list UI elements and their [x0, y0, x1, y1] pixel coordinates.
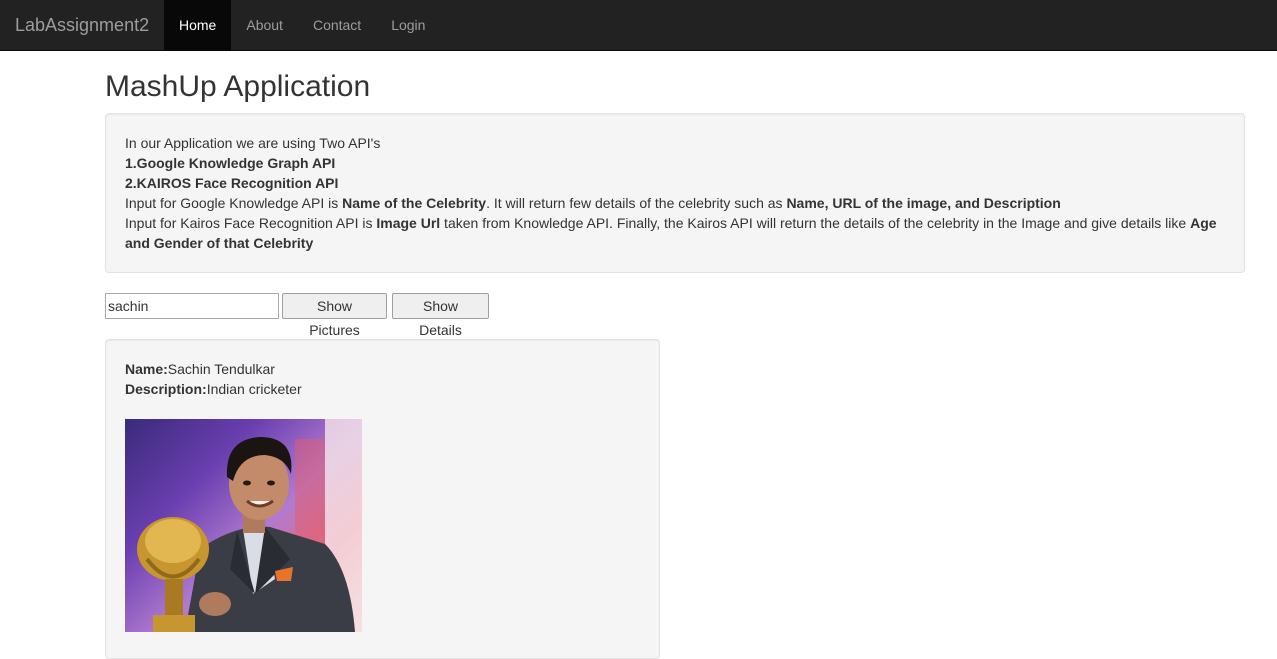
page-title: MashUp Application	[105, 70, 371, 103]
google-input-text-b: Name of the Celebrity	[342, 195, 487, 211]
google-input-text-d: Name, URL of the image, and Description	[786, 195, 1061, 211]
info-api-2: 2.KAIROS Face Recognition API	[125, 173, 1225, 193]
show-details-button[interactable]: Show Details	[392, 293, 489, 338]
nav-item-login[interactable]: Login	[376, 0, 440, 50]
result-panel: Name:Sachin Tendulkar Description:Indian…	[105, 339, 660, 659]
result-description-label: Description:	[125, 381, 207, 397]
info-kairos-input: Input for Kairos Face Recognition API is…	[125, 213, 1225, 253]
result-name-value: Sachin Tendulkar	[167, 361, 275, 377]
info-api-1: 1.Google Knowledge Graph API	[125, 153, 1225, 173]
info-google-input: Input for Google Knowledge API is Name o…	[125, 193, 1225, 213]
navbar-nav: Home About Contact Login	[164, 0, 440, 50]
nav-item-home[interactable]: Home	[164, 0, 232, 50]
kairos-input-text-a: Input for Kairos Face Recognition API is	[125, 215, 377, 231]
google-input-text-c: . It will return few details of the cele…	[486, 195, 787, 211]
search-input[interactable]	[105, 293, 279, 319]
celebrity-photo	[125, 419, 362, 632]
result-description-value: Indian cricketer	[206, 381, 302, 397]
result-description-row: Description:Indian cricketer	[125, 379, 640, 399]
celebrity-photo-illustration	[137, 419, 362, 632]
api-1-name: 1.Google Knowledge Graph API	[125, 155, 336, 171]
navbar: LabAssignment2 Home About Contact Login	[0, 0, 1277, 51]
info-panel: In our Application we are using Two API'…	[105, 113, 1245, 273]
show-pictures-button[interactable]: Show Pictures	[282, 293, 387, 338]
kairos-input-text-c: taken from Knowledge API. Finally, the K…	[440, 215, 1191, 231]
result-name-row: Name:Sachin Tendulkar	[125, 359, 640, 379]
kairos-input-text-b: Image Url	[376, 215, 441, 231]
navbar-brand[interactable]: LabAssignment2	[15, 0, 149, 50]
info-intro: In our Application we are using Two API'…	[125, 135, 381, 151]
api-2-name: 2.KAIROS Face Recognition API	[125, 175, 339, 191]
google-input-text-a: Input for Google Knowledge API is	[125, 195, 343, 211]
result-name-label: Name:	[125, 361, 168, 377]
nav-item-about[interactable]: About	[231, 0, 298, 50]
nav-item-contact[interactable]: Contact	[298, 0, 376, 50]
